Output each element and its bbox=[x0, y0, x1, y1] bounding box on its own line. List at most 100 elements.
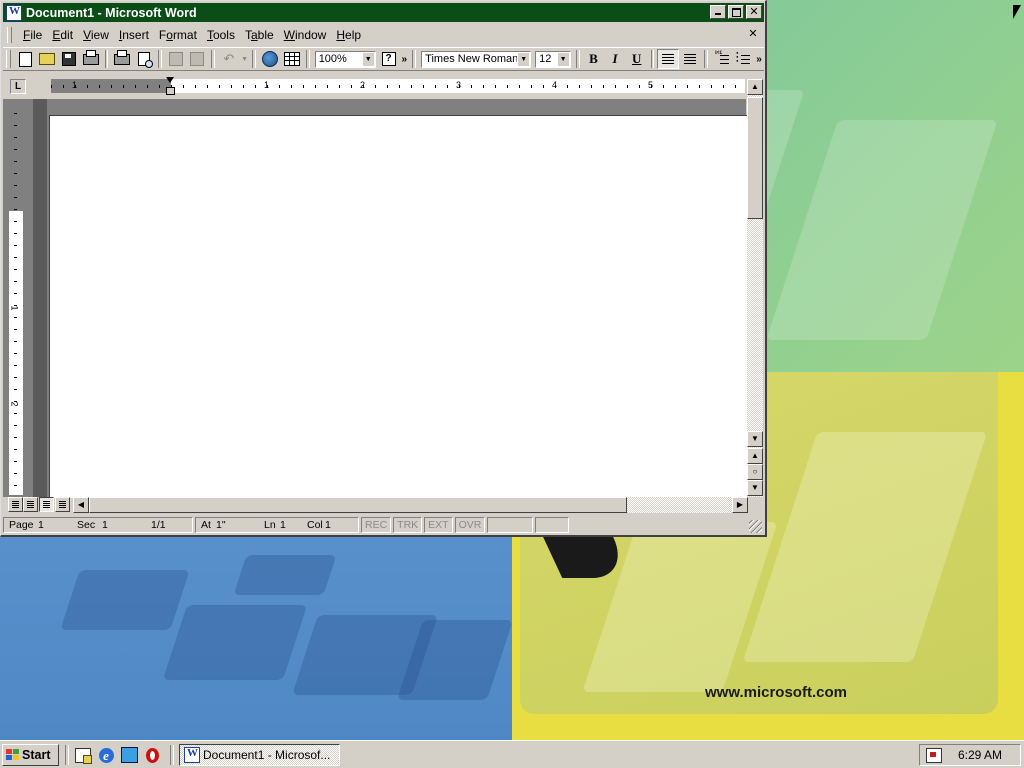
align-left-icon bbox=[662, 54, 675, 64]
quick-launch-opera[interactable] bbox=[143, 746, 161, 764]
ruler-label: 1 bbox=[264, 80, 270, 90]
horizontal-ruler[interactable]: 1 1 2 3 4 5 bbox=[51, 79, 745, 93]
chevron-down-icon[interactable]: ▼ bbox=[556, 52, 569, 66]
scroll-up-button[interactable]: ▲ bbox=[747, 79, 763, 95]
underline-button[interactable]: U bbox=[626, 49, 648, 69]
numbering-icon bbox=[714, 52, 729, 65]
quick-launch-channels[interactable] bbox=[120, 746, 138, 764]
status-section-number: 1 bbox=[102, 519, 108, 531]
opera-icon bbox=[145, 747, 159, 763]
indent-marker[interactable] bbox=[166, 77, 175, 99]
channel-icon bbox=[120, 747, 138, 763]
show-desktop-icon bbox=[75, 747, 92, 764]
save-icon bbox=[62, 52, 77, 66]
scroll-left-button[interactable]: ◀ bbox=[73, 497, 89, 513]
ruler-label: 2 bbox=[360, 80, 366, 90]
bullets-icon bbox=[736, 52, 751, 65]
next-page-button[interactable]: ▼ bbox=[747, 480, 763, 496]
mouse-cursor bbox=[1013, 5, 1021, 19]
close-button[interactable]: ✕ bbox=[746, 5, 762, 19]
window-title: Document1 - Microsoft Word bbox=[26, 5, 197, 20]
align-center-button[interactable] bbox=[679, 49, 701, 69]
scroll-down-button[interactable]: ▼ bbox=[747, 431, 763, 447]
print-preview-button[interactable] bbox=[133, 49, 155, 69]
font-name-combo[interactable]: Times New Roman ▼ bbox=[421, 50, 532, 68]
menu-edit[interactable]: Edit bbox=[47, 28, 78, 42]
outline-view-button[interactable] bbox=[55, 497, 70, 512]
chevron-down-icon[interactable]: ▼ bbox=[517, 52, 530, 66]
font-size-combo[interactable]: 12 ▼ bbox=[535, 50, 571, 68]
menu-insert[interactable]: Insert bbox=[114, 28, 154, 42]
menu-grip[interactable] bbox=[7, 27, 12, 43]
menu-table[interactable]: Table bbox=[240, 28, 279, 42]
zoom-combo[interactable]: 100% ▼ bbox=[314, 50, 376, 68]
taskbar-button-word[interactable]: Document1 - Microsof... bbox=[179, 744, 340, 766]
page-shadow bbox=[33, 99, 47, 497]
undo-icon: ↶ bbox=[223, 51, 235, 66]
toolbar-grip[interactable] bbox=[6, 50, 11, 68]
print-layout-view-button[interactable] bbox=[39, 497, 54, 512]
copy-button[interactable] bbox=[165, 49, 187, 69]
new-button[interactable] bbox=[15, 49, 37, 69]
menu-format[interactable]: Format bbox=[154, 28, 202, 42]
select-browse-object-button[interactable]: ○ bbox=[747, 464, 763, 480]
resize-grip[interactable] bbox=[749, 520, 762, 533]
quick-launch-ie[interactable]: e bbox=[97, 746, 115, 764]
ruler-label: 1 bbox=[72, 80, 78, 90]
open-button[interactable] bbox=[37, 49, 59, 69]
vertical-ruler[interactable]: 1 2 bbox=[9, 113, 23, 495]
tab-selector-button[interactable]: L bbox=[10, 79, 26, 94]
open-folder-icon bbox=[39, 53, 56, 65]
more-buttons-icon[interactable]: » bbox=[754, 54, 764, 65]
help-button[interactable]: ? bbox=[378, 49, 400, 69]
print-button[interactable] bbox=[80, 49, 102, 69]
ruler-label: 1 bbox=[9, 305, 20, 311]
web-layout-view-button[interactable] bbox=[23, 497, 38, 512]
italic-button[interactable]: I bbox=[604, 49, 626, 69]
undo-button[interactable]: ↶ bbox=[218, 49, 240, 69]
status-spelling-panel[interactable] bbox=[535, 517, 570, 533]
status-ovr[interactable]: OVR bbox=[454, 517, 486, 533]
menu-format-hotkey: o bbox=[166, 28, 173, 42]
status-page-label: Page bbox=[9, 519, 34, 531]
print2-button[interactable] bbox=[111, 49, 133, 69]
vertical-scroll-thumb[interactable] bbox=[747, 97, 763, 219]
bold-button[interactable]: B bbox=[583, 49, 605, 69]
minimize-button[interactable] bbox=[710, 5, 726, 19]
toolbar-separator bbox=[305, 50, 310, 68]
align-left-button[interactable] bbox=[657, 49, 680, 69]
menu-help[interactable]: Help bbox=[331, 28, 366, 42]
scroll-right-button[interactable]: ▶ bbox=[732, 497, 748, 513]
menu-file[interactable]: File bbox=[18, 28, 47, 42]
insert-table-button[interactable] bbox=[281, 49, 303, 69]
numbering-button[interactable] bbox=[711, 49, 733, 69]
horizontal-scroll-thumb[interactable] bbox=[89, 497, 627, 513]
paste-icon bbox=[190, 52, 205, 66]
previous-page-button[interactable]: ▲ bbox=[747, 448, 763, 464]
more-buttons-icon[interactable]: » bbox=[399, 54, 409, 65]
status-ext[interactable]: EXT bbox=[424, 517, 453, 533]
menu-tools[interactable]: Tools bbox=[202, 28, 240, 42]
word-app-icon[interactable] bbox=[6, 4, 22, 21]
save-button[interactable] bbox=[58, 49, 80, 69]
maximize-button[interactable] bbox=[728, 5, 744, 19]
normal-view-button[interactable] bbox=[8, 497, 23, 512]
title-bar[interactable]: Document1 - Microsoft Word ✕ bbox=[3, 3, 764, 22]
status-rec[interactable]: REC bbox=[361, 517, 392, 533]
status-position-panel: At 1" Ln 1 Col 1 bbox=[195, 517, 359, 533]
start-button[interactable]: Start bbox=[2, 744, 59, 766]
clock[interactable]: 6:29 AM bbox=[958, 748, 1002, 762]
status-trk[interactable]: TRK bbox=[393, 517, 423, 533]
document-page[interactable] bbox=[49, 115, 747, 498]
document-close-button[interactable]: ✕ bbox=[746, 28, 760, 41]
tray-app-icon[interactable] bbox=[926, 748, 942, 763]
paste-button[interactable] bbox=[186, 49, 208, 69]
chevron-down-icon[interactable]: ▼ bbox=[361, 52, 374, 66]
status-at-value: 1" bbox=[216, 519, 226, 531]
quick-launch-desktop[interactable] bbox=[74, 746, 92, 764]
undo-dropdown-icon[interactable]: ▼ bbox=[240, 56, 250, 63]
menu-view[interactable]: View bbox=[78, 28, 114, 42]
web-toolbar-button[interactable] bbox=[259, 49, 281, 69]
bullets-button[interactable] bbox=[732, 49, 754, 69]
menu-window[interactable]: Window bbox=[279, 28, 332, 42]
